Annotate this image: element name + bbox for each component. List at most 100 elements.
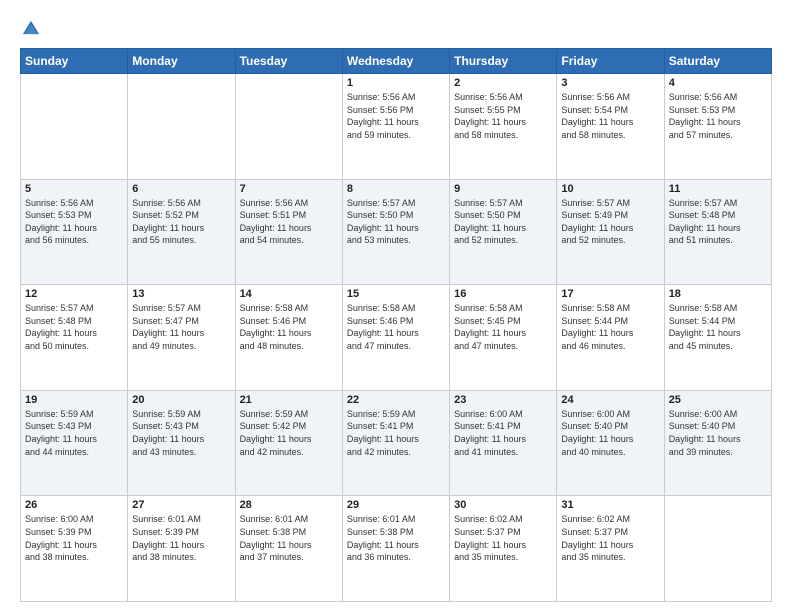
day-info: Sunrise: 5:59 AM Sunset: 5:43 PM Dayligh…: [25, 408, 123, 458]
day-number: 25: [669, 394, 767, 406]
weekday-header-friday: Friday: [557, 49, 664, 74]
day-number: 13: [132, 288, 230, 300]
calendar-cell: 6Sunrise: 5:56 AM Sunset: 5:52 PM Daylig…: [128, 179, 235, 285]
calendar-cell: 25 Sunrise: 6:00 AM Sunset: 5:40 PM Dayli…: [664, 390, 771, 496]
day-number: 15: [347, 288, 445, 300]
day-number: 4: [669, 77, 767, 89]
day-info: Sunrise: 5:57 AM Sunset: 5:47 PM Dayligh…: [132, 302, 230, 352]
day-info: Sunrise: 5:58 AM Sunset: 5:45 PM Dayligh…: [454, 302, 552, 352]
day-info: Sunrise: 5:57 AM Sunset: 5:48 PM Dayligh…: [25, 302, 123, 352]
calendar-cell: 1 Sunrise: 5:56 AM Sunset: 5:56 PM Daylig…: [342, 74, 449, 180]
day-number: 31: [561, 499, 659, 511]
logo: [20, 18, 46, 40]
day-number: 21: [240, 394, 338, 406]
page: SundayMondayTuesdayWednesdayThursdayFrid…: [0, 0, 792, 612]
day-number: 18: [669, 288, 767, 300]
day-number: 8: [347, 183, 445, 195]
day-info: Sunrise: 6:02 AM Sunset: 5:37 PM Dayligh…: [561, 513, 659, 563]
calendar-cell: 12 Sunrise: 5:57 AM Sunset: 5:48 PM Dayli…: [21, 285, 128, 391]
day-info: Sunrise: 5:58 AM Sunset: 5:46 PM Dayligh…: [240, 302, 338, 352]
calendar-cell: 22 Sunrise: 5:59 AM Sunset: 5:41 PM Dayli…: [342, 390, 449, 496]
day-info: Sunrise: 6:01 AM Sunset: 5:38 PM Dayligh…: [347, 513, 445, 563]
calendar-cell: 27 Sunrise: 6:01 AM Sunset: 5:39 PM Dayli…: [128, 496, 235, 602]
calendar-cell: 21 Sunrise: 5:59 AM Sunset: 5:42 PM Dayli…: [235, 390, 342, 496]
calendar-week-1: 1 Sunrise: 5:56 AM Sunset: 5:56 PM Daylig…: [21, 74, 772, 180]
calendar-cell: 20 Sunrise: 5:59 AM Sunset: 5:43 PM Dayli…: [128, 390, 235, 496]
day-number: 11: [669, 183, 767, 195]
calendar-cell: [235, 74, 342, 180]
calendar-cell: [664, 496, 771, 602]
day-info: Sunrise: 5:58 AM Sunset: 5:44 PM Dayligh…: [669, 302, 767, 352]
calendar-week-2: 5Sunrise: 5:56 AM Sunset: 5:53 PM Daylig…: [21, 179, 772, 285]
day-info: Sunrise: 5:57 AM Sunset: 5:49 PM Dayligh…: [561, 197, 659, 247]
day-number: 3: [561, 77, 659, 89]
day-number: 17: [561, 288, 659, 300]
day-number: 14: [240, 288, 338, 300]
calendar-cell: 8 Sunrise: 5:57 AM Sunset: 5:50 PM Daylig…: [342, 179, 449, 285]
logo-icon: [20, 18, 42, 40]
calendar-header-row: SundayMondayTuesdayWednesdayThursdayFrid…: [21, 49, 772, 74]
weekday-header-tuesday: Tuesday: [235, 49, 342, 74]
calendar-cell: 17 Sunrise: 5:58 AM Sunset: 5:44 PM Dayli…: [557, 285, 664, 391]
weekday-header-monday: Monday: [128, 49, 235, 74]
day-info: Sunrise: 5:59 AM Sunset: 5:43 PM Dayligh…: [132, 408, 230, 458]
calendar-cell: 31 Sunrise: 6:02 AM Sunset: 5:37 PM Dayli…: [557, 496, 664, 602]
calendar-cell: 11 Sunrise: 5:57 AM Sunset: 5:48 PM Dayli…: [664, 179, 771, 285]
calendar-cell: 18 Sunrise: 5:58 AM Sunset: 5:44 PM Dayli…: [664, 285, 771, 391]
day-number: 1: [347, 77, 445, 89]
calendar-cell: 9 Sunrise: 5:57 AM Sunset: 5:50 PM Daylig…: [450, 179, 557, 285]
calendar-cell: 23 Sunrise: 6:00 AM Sunset: 5:41 PM Dayli…: [450, 390, 557, 496]
day-info: Sunrise: 5:56 AM Sunset: 5:53 PM Dayligh…: [669, 91, 767, 141]
calendar-week-4: 19 Sunrise: 5:59 AM Sunset: 5:43 PM Dayli…: [21, 390, 772, 496]
day-info: Sunrise: 5:56 AM Sunset: 5:55 PM Dayligh…: [454, 91, 552, 141]
day-info: Sunrise: 6:00 AM Sunset: 5:41 PM Dayligh…: [454, 408, 552, 458]
calendar-week-5: 26Sunrise: 6:00 AM Sunset: 5:39 PM Dayli…: [21, 496, 772, 602]
day-number: 16: [454, 288, 552, 300]
day-number: 2: [454, 77, 552, 89]
day-number: 29: [347, 499, 445, 511]
day-info: Sunrise: 5:57 AM Sunset: 5:50 PM Dayligh…: [454, 197, 552, 247]
weekday-header-wednesday: Wednesday: [342, 49, 449, 74]
day-info: Sunrise: 5:58 AM Sunset: 5:44 PM Dayligh…: [561, 302, 659, 352]
day-info: Sunrise: 5:57 AM Sunset: 5:50 PM Dayligh…: [347, 197, 445, 247]
calendar-cell: 14 Sunrise: 5:58 AM Sunset: 5:46 PM Dayli…: [235, 285, 342, 391]
calendar-table: SundayMondayTuesdayWednesdayThursdayFrid…: [20, 48, 772, 602]
day-info: Sunrise: 5:56 AM Sunset: 5:53 PM Dayligh…: [25, 197, 123, 247]
day-info: Sunrise: 5:59 AM Sunset: 5:41 PM Dayligh…: [347, 408, 445, 458]
day-number: 9: [454, 183, 552, 195]
day-info: Sunrise: 5:59 AM Sunset: 5:42 PM Dayligh…: [240, 408, 338, 458]
day-number: 23: [454, 394, 552, 406]
day-number: 27: [132, 499, 230, 511]
day-info: Sunrise: 6:01 AM Sunset: 5:38 PM Dayligh…: [240, 513, 338, 563]
day-number: 20: [132, 394, 230, 406]
day-info: Sunrise: 6:00 AM Sunset: 5:40 PM Dayligh…: [561, 408, 659, 458]
day-info: Sunrise: 5:56 AM Sunset: 5:51 PM Dayligh…: [240, 197, 338, 247]
day-number: 7: [240, 183, 338, 195]
calendar-cell: 4 Sunrise: 5:56 AM Sunset: 5:53 PM Daylig…: [664, 74, 771, 180]
calendar-cell: 5Sunrise: 5:56 AM Sunset: 5:53 PM Daylig…: [21, 179, 128, 285]
day-number: 19: [25, 394, 123, 406]
weekday-header-saturday: Saturday: [664, 49, 771, 74]
day-info: Sunrise: 6:01 AM Sunset: 5:39 PM Dayligh…: [132, 513, 230, 563]
day-number: 26: [25, 499, 123, 511]
calendar-cell: 10 Sunrise: 5:57 AM Sunset: 5:49 PM Dayli…: [557, 179, 664, 285]
calendar-cell: 19 Sunrise: 5:59 AM Sunset: 5:43 PM Dayli…: [21, 390, 128, 496]
calendar-cell: 3Sunrise: 5:56 AM Sunset: 5:54 PM Daylig…: [557, 74, 664, 180]
day-number: 12: [25, 288, 123, 300]
calendar-cell: 24 Sunrise: 6:00 AM Sunset: 5:40 PM Dayli…: [557, 390, 664, 496]
day-info: Sunrise: 5:58 AM Sunset: 5:46 PM Dayligh…: [347, 302, 445, 352]
day-info: Sunrise: 5:56 AM Sunset: 5:52 PM Dayligh…: [132, 197, 230, 247]
day-info: Sunrise: 6:00 AM Sunset: 5:40 PM Dayligh…: [669, 408, 767, 458]
calendar-cell: 28Sunrise: 6:01 AM Sunset: 5:38 PM Dayli…: [235, 496, 342, 602]
calendar-week-3: 12 Sunrise: 5:57 AM Sunset: 5:48 PM Dayli…: [21, 285, 772, 391]
day-number: 22: [347, 394, 445, 406]
weekday-header-thursday: Thursday: [450, 49, 557, 74]
day-number: 24: [561, 394, 659, 406]
calendar-cell: 7 Sunrise: 5:56 AM Sunset: 5:51 PM Daylig…: [235, 179, 342, 285]
day-number: 10: [561, 183, 659, 195]
day-info: Sunrise: 5:57 AM Sunset: 5:48 PM Dayligh…: [669, 197, 767, 247]
calendar-cell: 13 Sunrise: 5:57 AM Sunset: 5:47 PM Dayli…: [128, 285, 235, 391]
day-info: Sunrise: 5:56 AM Sunset: 5:56 PM Dayligh…: [347, 91, 445, 141]
weekday-header-sunday: Sunday: [21, 49, 128, 74]
day-number: 30: [454, 499, 552, 511]
